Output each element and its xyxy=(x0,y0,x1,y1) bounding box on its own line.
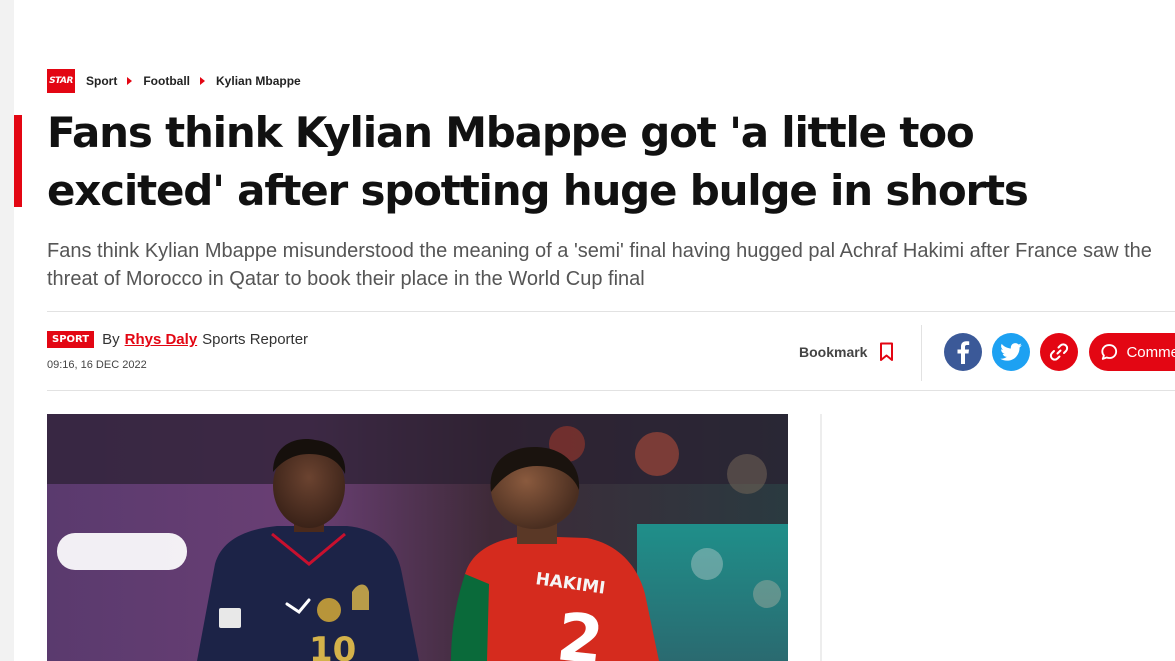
comment-icon xyxy=(1101,344,1118,360)
breadcrumb-arrow-icon xyxy=(200,77,206,85)
daily-star-logo[interactable]: STAR xyxy=(47,69,75,93)
headline-accent-bar xyxy=(14,115,22,207)
breadcrumb-kylian-mbappe[interactable]: Kylian Mbappe xyxy=(216,74,301,88)
breadcrumb-football[interactable]: Football xyxy=(143,74,190,88)
jersey-number-2: 2 xyxy=(553,598,607,661)
comments-button[interactable]: Comments xyxy=(1089,333,1175,371)
hero-photo: 10 HAKIMI 2 xyxy=(47,414,788,661)
byline-divider-bottom xyxy=(47,390,1175,391)
hero-image[interactable]: 10 HAKIMI 2 xyxy=(47,414,788,661)
article-standfirst: Fans think Kylian Mbappe misunderstood t… xyxy=(47,240,1152,290)
bookmark-icon xyxy=(880,342,894,361)
sidebar-divider xyxy=(820,414,822,661)
breadcrumb-sport[interactable]: Sport xyxy=(86,74,117,88)
byline-divider-top xyxy=(47,311,1175,312)
twitter-icon xyxy=(1000,343,1022,361)
comments-label: Comments xyxy=(1126,343,1175,361)
facebook-icon xyxy=(957,341,970,364)
byline: SPORT By Rhys Daly Sports Reporter xyxy=(47,331,308,348)
link-icon xyxy=(1049,343,1069,361)
facebook-share-button[interactable] xyxy=(944,333,982,371)
author-role: Sports Reporter xyxy=(202,331,309,348)
author-link[interactable]: Rhys Daly xyxy=(125,331,198,348)
jersey-number-10: 10 xyxy=(309,630,356,661)
twitter-share-button[interactable] xyxy=(992,333,1030,371)
sport-tag[interactable]: SPORT xyxy=(47,331,95,348)
article-headline: Fans think Kylian Mbappe got 'a little t… xyxy=(47,108,1029,215)
byline-by: By xyxy=(102,331,120,348)
bookmark-label: Bookmark xyxy=(799,344,868,360)
breadcrumb-arrow-icon xyxy=(127,77,133,85)
publish-date: 09:16, 16 DEC 2022 xyxy=(47,359,147,371)
actions-separator xyxy=(921,325,922,381)
copy-link-button[interactable] xyxy=(1040,333,1078,371)
left-page-rail xyxy=(0,0,14,661)
bookmark-button[interactable]: Bookmark xyxy=(799,340,894,364)
breadcrumb: STAR Sport Football Kylian Mbappe xyxy=(47,69,301,93)
